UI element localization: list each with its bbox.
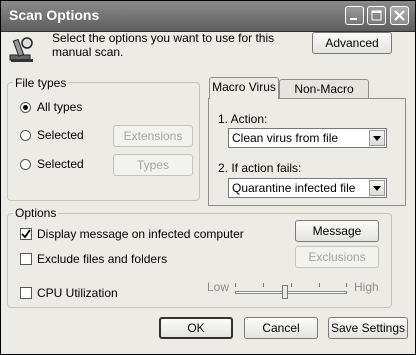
selected-types-radio[interactable] — [20, 159, 31, 170]
display-message-label[interactable]: Display message on infected computer — [37, 227, 244, 241]
action-select[interactable]: Clean virus from file — [228, 128, 387, 148]
tab-non-macro-virus[interactable]: Non-Macro Virus — [279, 79, 369, 114]
action-select-value: Clean virus from file — [232, 131, 339, 145]
save-settings-button[interactable]: Save Settings — [328, 317, 408, 339]
types-button[interactable]: Types — [113, 154, 193, 176]
close-button[interactable] — [390, 6, 409, 25]
cpu-high-label: High — [354, 280, 379, 294]
cpu-slider-tick — [263, 283, 264, 287]
advanced-button-label: Advanced — [325, 36, 379, 50]
all-types-radio[interactable] — [20, 102, 31, 113]
window-title: Scan Options — [9, 7, 100, 23]
cpu-utilization-label[interactable]: CPU Utilization — [37, 286, 118, 300]
maximize-icon — [371, 10, 382, 21]
chevron-down-icon[interactable] — [369, 180, 385, 196]
action-label: 1. Action: — [218, 112, 268, 126]
maximize-button[interactable] — [367, 6, 386, 25]
message-button[interactable]: Message — [295, 220, 379, 242]
ok-button-label: OK — [187, 321, 205, 335]
close-icon — [394, 10, 405, 21]
cancel-button-label: Cancel — [262, 321, 300, 335]
cpu-slider-tick — [346, 283, 347, 287]
chevron-down-icon[interactable] — [369, 130, 385, 146]
exclusions-button-label: Exclusions — [308, 250, 366, 264]
extensions-button[interactable]: Extensions — [113, 125, 193, 147]
if-action-fails-select-value: Quarantine infected file — [232, 181, 356, 195]
advanced-button[interactable]: Advanced — [312, 32, 392, 54]
tab-macro-virus[interactable]: Macro Virus — [209, 77, 279, 99]
title-bar[interactable]: Scan Options — [1, 1, 415, 32]
if-action-fails-select[interactable]: Quarantine infected file — [228, 178, 387, 198]
selected-extensions-label[interactable]: Selected — [37, 128, 84, 142]
cpu-slider-tick — [235, 283, 236, 287]
selected-extensions-radio[interactable] — [20, 130, 31, 141]
cpu-slider-track[interactable] — [235, 291, 347, 294]
selected-types-label[interactable]: Selected — [37, 157, 84, 171]
message-button-label: Message — [312, 224, 362, 238]
minimize-button[interactable] — [345, 6, 364, 25]
display-message-checkbox[interactable] — [20, 228, 32, 240]
cpu-utilization-checkbox[interactable] — [20, 287, 32, 299]
cpu-slider-tick — [291, 283, 292, 287]
minimize-icon — [350, 18, 357, 20]
tab-macro-virus-label: Macro Virus — [212, 80, 276, 94]
checkmark-icon — [21, 229, 31, 239]
ok-button[interactable]: OK — [159, 317, 233, 339]
cpu-slider-thumb[interactable] — [282, 285, 288, 299]
exclusions-button[interactable]: Exclusions — [295, 246, 379, 268]
types-button-label: Types — [136, 158, 169, 172]
extensions-button-label: Extensions — [123, 129, 183, 143]
exclude-files-checkbox[interactable] — [20, 253, 32, 265]
if-action-fails-label: 2. If action fails: — [218, 161, 302, 175]
header-description: Select the options you want to use for t… — [52, 31, 275, 59]
save-settings-button-label: Save Settings — [330, 321, 406, 335]
all-types-label[interactable]: All types — [37, 100, 82, 114]
scanner-icon — [9, 37, 33, 62]
cpu-slider-tick — [319, 283, 320, 287]
file-types-group-label: File types — [13, 76, 69, 90]
options-group-label: Options — [13, 206, 59, 220]
scan-options-dialog: Scan Options Select the options you want… — [0, 0, 416, 355]
cancel-button[interactable]: Cancel — [244, 317, 318, 339]
cpu-low-label: Low — [207, 280, 230, 294]
exclude-files-label[interactable]: Exclude files and folders — [37, 252, 167, 266]
